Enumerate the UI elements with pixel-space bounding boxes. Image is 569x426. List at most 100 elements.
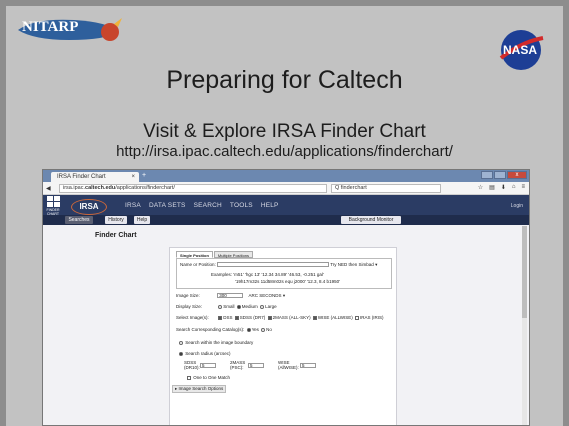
maximize-button[interactable] — [494, 171, 506, 179]
new-tab-icon[interactable]: + — [142, 172, 146, 179]
scrollbar-thumb[interactable] — [522, 226, 527, 318]
radio-medium[interactable] — [236, 304, 241, 309]
irsa-subnav: FINDER CHART Searches History Help Backg… — [43, 196, 529, 225]
slide-subtitle: Visit & Explore IRSA Finder Chart — [143, 121, 426, 142]
menu-search[interactable]: SEARCH — [194, 202, 222, 209]
tab-multiple-positions[interactable]: Multiple Positions — [213, 251, 254, 258]
radio-catalog-yes[interactable] — [246, 327, 251, 332]
radio-catalog-yes-label: Yes — [251, 327, 259, 332]
radio-search-within[interactable] — [179, 340, 183, 345]
tab-single-position[interactable]: Single Position — [176, 251, 213, 258]
menu-tools[interactable]: TOOLS — [230, 202, 253, 209]
radio-catalog-no-label: No — [266, 327, 272, 332]
slide-url: http://irsa.ipac.caltech.edu/application… — [116, 143, 453, 160]
browser-nav-bar: ◀ irsa.ipac.caltech.edu/applications/fin… — [43, 182, 529, 195]
image-size-label: Image Size: — [176, 293, 200, 298]
checkbox-one-to-one[interactable] — [187, 375, 191, 380]
page-title: Finder Chart — [95, 232, 137, 239]
search-within-label: Search within the image boundary — [185, 340, 254, 345]
radio-small[interactable] — [218, 304, 223, 309]
position-tabs: Single Position Multiple Positions — [176, 251, 254, 258]
back-arrow-icon[interactable]: ◀ — [46, 185, 51, 192]
checkbox-iras-label: IRAS (IRIS) — [360, 315, 384, 320]
finder-chart-content: Finder Chart Single Position Multiple Po… — [43, 225, 529, 425]
minimize-button[interactable] — [481, 171, 493, 179]
radio-medium-label: Medium — [241, 304, 258, 309]
search-catalog-label: Search Corresponding Catalog(s): — [176, 327, 245, 332]
help-tab[interactable]: Help — [134, 216, 150, 224]
page-scrollbar[interactable] — [522, 226, 527, 425]
url-prefix: irsa.ipac. — [63, 185, 86, 191]
star-icon[interactable]: ☆ — [478, 184, 483, 191]
chevron-right-icon: ▸ — [175, 386, 178, 391]
examples-line-1: 'm51' 'hgc 13' '12.34 34.89' '46.53, -0.… — [233, 272, 324, 277]
checkbox-sdss[interactable] — [234, 315, 239, 320]
address-bar[interactable]: irsa.ipac.caltech.edu/applications/finde… — [59, 184, 327, 193]
image-search-options-label: Image Search Options — [178, 386, 224, 391]
svg-text:NITARP: NITARP — [22, 19, 78, 35]
slide: NITARP NASA Preparing for Caltech Visit … — [0, 0, 569, 426]
slide-top-band — [0, 0, 569, 6]
background-monitor-button[interactable]: Background Monitor — [341, 216, 401, 224]
history-tab[interactable]: History — [105, 216, 127, 224]
examples-line-2: '19h17m32s 11d58m02s equ j2000' '12.3, 8… — [235, 279, 340, 284]
image-search-options-toggle[interactable]: ▸ Image Search Options — [172, 385, 227, 393]
sdss-radius-input[interactable]: 5 — [200, 363, 216, 368]
checkbox-dss[interactable] — [218, 315, 223, 320]
name-position-input[interactable] — [217, 262, 330, 268]
menu-help[interactable]: HELP — [261, 202, 279, 209]
slide-border-right — [563, 0, 569, 426]
checkbox-iras[interactable] — [355, 315, 360, 320]
one-to-one-label: One to One Match — [193, 375, 231, 380]
window-controls: x — [481, 171, 527, 179]
2mass-radius-input[interactable]: 5 — [248, 363, 264, 368]
irsa-menu: IRSA DATA SETS SEARCH TOOLS HELP — [125, 202, 279, 209]
radio-catalog-no[interactable] — [261, 327, 266, 332]
wise-radius-label: WISE (AllWISE): — [278, 360, 299, 370]
checkbox-2mass[interactable] — [267, 315, 272, 320]
finder-chart-icon[interactable]: FINDER CHART — [45, 195, 61, 216]
search-radius-label: Search radius (arcsec) — [185, 351, 231, 356]
irsa-logo[interactable]: IRSA — [71, 199, 107, 215]
ned-simbad-select[interactable]: Try NED then Simbad — [330, 262, 374, 267]
clipboard-icon[interactable]: ▤ — [489, 184, 495, 191]
browser-tab[interactable]: IRSA Finder Chart × — [51, 172, 139, 182]
browser-search-input[interactable]: Q finderchart — [331, 184, 441, 193]
2mass-radius-label: 2MASS (PSC): — [230, 360, 246, 370]
browser-window: IRSA Finder Chart × + x ◀ irsa.ipac.calt… — [42, 169, 530, 426]
close-window-button[interactable]: x — [507, 171, 527, 179]
chevron-down-icon[interactable]: ▾ — [283, 293, 285, 298]
checkbox-wise[interactable] — [312, 315, 317, 320]
position-box: Name or Position: Try NED then Simbad ▾ … — [176, 258, 392, 289]
chevron-down-icon[interactable]: ▾ — [375, 262, 377, 267]
finder-chart-label: FINDER CHART — [46, 208, 60, 216]
tab-close-icon[interactable]: × — [131, 172, 135, 182]
select-images-label: Select Image(s): — [176, 315, 209, 320]
url-domain: caltech.edu — [85, 185, 116, 191]
browser-tab-label: IRSA Finder Chart — [57, 174, 106, 180]
home-icon[interactable]: ⌂ — [512, 184, 516, 191]
login-link[interactable]: Login — [511, 203, 523, 209]
searches-tab[interactable]: Searches — [65, 216, 93, 224]
radio-large[interactable] — [260, 304, 265, 309]
menu-data-sets[interactable]: DATA SETS — [149, 202, 186, 209]
radio-search-radius[interactable] — [179, 351, 183, 356]
download-icon[interactable]: ⬇ — [501, 184, 506, 191]
wise-radius-input[interactable]: 5 — [300, 363, 316, 368]
sdss-radius-label: SDSS (DR10): — [184, 360, 200, 370]
url-path: /applications/finderchart/ — [115, 185, 175, 191]
svg-text:NASA: NASA — [503, 43, 537, 57]
browser-tab-bar: IRSA Finder Chart × + x — [43, 170, 529, 182]
image-size-input[interactable]: 300 — [217, 293, 244, 299]
radio-large-label: Large — [265, 304, 277, 309]
image-size-unit-select[interactable]: ARC SECONDS — [249, 293, 282, 298]
radio-small-label: Small — [223, 304, 235, 309]
name-position-label: Name or Position: — [180, 262, 216, 267]
checkbox-sdss-label: SDSS (DR7) — [239, 315, 266, 320]
nitarp-logo: NITARP — [18, 18, 122, 41]
browser-toolbar-icons: ☆ ▤ ⬇ ⌂ ≡ — [478, 184, 525, 191]
checkbox-2mass-label: 2MASS (ALL-SKY) — [272, 315, 311, 320]
slide-border-left — [0, 0, 6, 426]
menu-irsa[interactable]: IRSA — [125, 202, 141, 209]
menu-icon[interactable]: ≡ — [521, 184, 525, 191]
